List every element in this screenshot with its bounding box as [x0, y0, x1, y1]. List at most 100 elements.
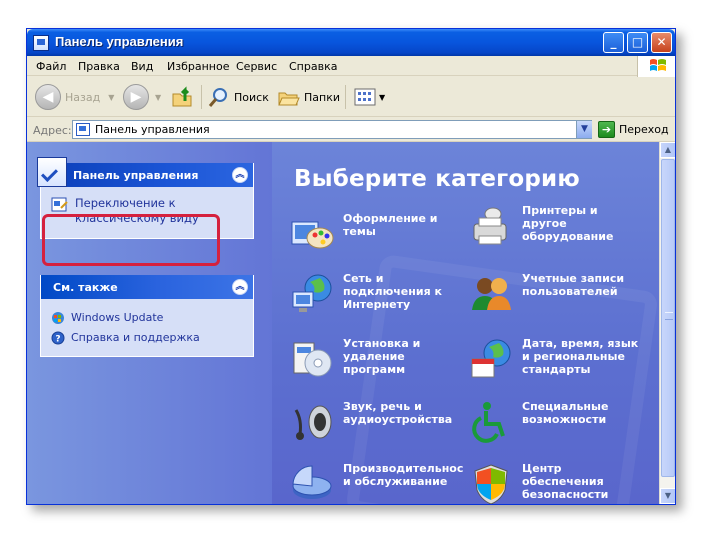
- address-value: Панель управления: [95, 123, 210, 136]
- chevron-down-icon: ▼: [379, 92, 386, 102]
- help-icon: ?: [51, 331, 65, 345]
- views-grid-icon: [354, 88, 376, 106]
- forward-arrow-icon: ▶: [123, 84, 149, 110]
- go-label: Переход: [619, 123, 669, 136]
- category-network-internet[interactable]: Сеть и подключения к Интернету: [290, 272, 461, 316]
- category-pane: Выберите категорию Оформление и темы При…: [272, 142, 659, 504]
- windows-update-link[interactable]: Windows Update: [71, 311, 163, 324]
- menu-edit[interactable]: Правка: [78, 60, 120, 73]
- address-label: Адрес:: [33, 124, 72, 137]
- sounds-speech-audio-label: Звук, речь и аудиоустройства: [343, 400, 453, 426]
- address-dropdown-button[interactable]: ▼: [576, 121, 592, 138]
- category-sounds-speech-audio[interactable]: Звук, речь и аудиоустройства: [290, 400, 461, 444]
- collapse-icon[interactable]: ︽: [232, 167, 248, 183]
- menu-help[interactable]: Справка: [289, 60, 337, 73]
- go-button[interactable]: ➔ Переход: [598, 121, 669, 138]
- see-also-title: См. также: [53, 281, 118, 294]
- views-button[interactable]: ▼: [353, 83, 385, 111]
- control-panel-window: Панель управления _ □ ✕ Файл Правка Вид …: [26, 28, 676, 505]
- vertical-scrollbar[interactable]: ▲ ▼: [659, 142, 675, 504]
- classic-view-icon: [51, 197, 68, 212]
- user-accounts-icon: [472, 278, 511, 310]
- appearance-themes-icon: [291, 221, 334, 249]
- add-remove-programs-icon: [293, 342, 332, 377]
- speaker-icon: [294, 405, 332, 440]
- add-remove-programs-label: Установка и удаление программ: [343, 337, 421, 376]
- date-time-language-label: Дата, время, язык и региональные стандар…: [522, 337, 639, 376]
- help-and-support-link[interactable]: Справка и поддержка: [71, 331, 200, 344]
- back-arrow-icon: ◀: [35, 84, 61, 110]
- back-button[interactable]: ◀ Назад ▼: [35, 83, 114, 111]
- see-also-section: См. также ︽ Windows Update ? Справка и п…: [40, 275, 254, 357]
- appearance-themes-label: Оформление и темы: [343, 212, 438, 238]
- title-bar[interactable]: Панель управления _ □ ✕: [27, 29, 675, 56]
- category-user-accounts[interactable]: Учетные записи пользователей: [469, 272, 640, 316]
- control-panel-icon: [76, 123, 90, 136]
- window-title: Панель управления: [55, 34, 184, 49]
- category-printers-hardware[interactable]: Принтеры и другое оборудование: [469, 204, 640, 248]
- search-label: Поиск: [234, 90, 269, 104]
- user-accounts-label: Учетные записи пользователей: [522, 272, 625, 298]
- control-panel-check-icon: [37, 157, 67, 187]
- menu-tools[interactable]: Сервис: [236, 60, 277, 73]
- scroll-grip-icon: [665, 312, 673, 320]
- chevron-down-icon: ▼: [108, 92, 115, 102]
- performance-pie-icon: [292, 465, 332, 499]
- minimize-button[interactable]: _: [603, 32, 624, 53]
- up-folder-icon: [172, 86, 192, 107]
- task-pane: Панель управления ︽ Переключение к класс…: [27, 142, 272, 504]
- windows-update-icon: [52, 312, 64, 324]
- menu-bar: Файл Правка Вид Избранное Сервис Справка: [27, 56, 675, 76]
- security-shield-icon: [474, 464, 508, 504]
- see-also-header[interactable]: См. также ︽: [41, 275, 253, 299]
- accessibility-options-label: Специальные возможности: [522, 400, 609, 426]
- search-icon: [208, 88, 227, 107]
- menu-favorites[interactable]: Избранное: [167, 60, 229, 73]
- folders-icon: [278, 92, 300, 106]
- forward-button[interactable]: ▶ ▼: [123, 83, 161, 111]
- windows-logo: [637, 56, 675, 77]
- menu-view[interactable]: Вид: [131, 60, 153, 73]
- scroll-down-button[interactable]: ▼: [660, 488, 675, 504]
- category-add-remove-programs[interactable]: Установка и удаление программ: [290, 337, 461, 381]
- address-input[interactable]: Панель управления ▼: [72, 120, 592, 139]
- collapse-icon[interactable]: ︽: [232, 279, 248, 295]
- category-heading: Выберите категорию: [294, 166, 580, 192]
- network-globe-icon: [292, 274, 332, 312]
- scroll-up-button[interactable]: ▲: [660, 142, 675, 158]
- windows-flag-icon: [650, 59, 666, 71]
- printer-icon: [473, 207, 507, 245]
- printers-hardware-label: Принтеры и другое оборудование: [522, 204, 614, 243]
- performance-maintenance-label: Производительнос и обслуживание: [343, 462, 464, 488]
- svg-text:?: ?: [55, 335, 60, 345]
- folders-label: Папки: [304, 90, 340, 104]
- category-accessibility-options[interactable]: Специальные возможности: [469, 400, 640, 444]
- category-performance-maintenance[interactable]: Производительнос и обслуживание: [290, 462, 464, 504]
- up-folder-button[interactable]: [171, 83, 195, 111]
- toolbar-separator: [201, 85, 202, 109]
- control-panel-icon: [33, 35, 49, 51]
- scroll-thumb[interactable]: [661, 159, 675, 477]
- highlight-annotation: [42, 214, 220, 266]
- control-panel-section-header[interactable]: Панель управления ︽: [37, 157, 253, 187]
- address-bar: Адрес: Панель управления ▼ ➔ Переход: [27, 118, 675, 142]
- date-time-globe-icon: [471, 339, 511, 378]
- menu-file[interactable]: Файл: [36, 60, 66, 73]
- category-date-time-language[interactable]: Дата, время, язык и региональные стандар…: [469, 337, 640, 381]
- back-label: Назад: [65, 90, 101, 104]
- security-center-label: Центр обеспечения безопасности: [522, 462, 609, 501]
- toolbar: ◀ Назад ▼ ▶ ▼ Поиск Папки ▼: [27, 77, 675, 117]
- network-internet-label: Сеть и подключения к Интернету: [343, 272, 442, 311]
- folders-button[interactable]: Папки: [277, 83, 340, 111]
- category-appearance-themes[interactable]: Оформление и темы: [290, 212, 461, 256]
- chevron-down-icon: ▼: [155, 92, 162, 102]
- go-arrow-icon: ➔: [598, 121, 615, 138]
- toolbar-separator: [345, 85, 346, 109]
- content-area: Панель управления ︽ Переключение к класс…: [27, 142, 675, 504]
- close-button[interactable]: ✕: [651, 32, 672, 53]
- category-security-center[interactable]: Центр обеспечения безопасности: [469, 462, 640, 504]
- maximize-button[interactable]: □: [627, 32, 648, 53]
- search-button[interactable]: Поиск: [207, 83, 269, 111]
- accessibility-wheelchair-icon: [472, 402, 505, 443]
- control-panel-section-title: Панель управления: [73, 169, 199, 182]
